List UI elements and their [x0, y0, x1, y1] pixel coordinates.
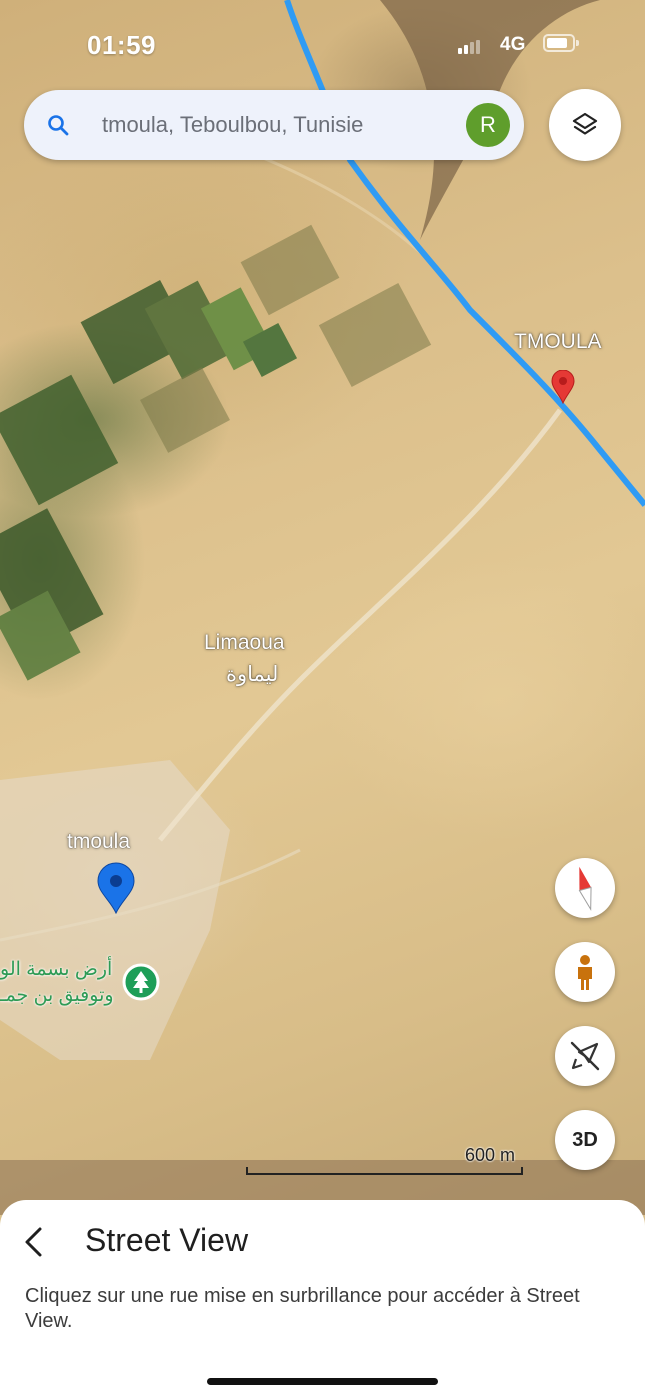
- map-terrain: [0, 0, 645, 1215]
- status-time: 01:59: [87, 30, 156, 60]
- battery-icon: [543, 34, 579, 52]
- map-label-tmoula-upper[interactable]: TMOULA: [514, 330, 602, 354]
- status-bar: 01:59 4G: [0, 28, 645, 62]
- panel-title: Street View: [85, 1222, 249, 1258]
- scale-bar: [246, 1167, 523, 1175]
- navigation-disabled-button[interactable]: [555, 1026, 615, 1086]
- poi-label-line2[interactable]: وتوفيق بن جمـ: [0, 984, 114, 1007]
- panel-description: Cliquez sur une rue mise en surbrillance…: [25, 1285, 580, 1332]
- red-location-pin-icon[interactable]: [551, 370, 575, 404]
- compass-button[interactable]: [555, 858, 615, 918]
- home-indicator[interactable]: [207, 1378, 438, 1385]
- satellite-map[interactable]: TMOULA Limaoua ليماوة tmoula أرض بسمة ال…: [0, 0, 645, 1215]
- map-label-limaoua[interactable]: Limaoua: [204, 631, 285, 655]
- scale-label: 600 m: [464, 1145, 515, 1165]
- navigation-off-icon: [570, 1041, 600, 1071]
- network-type: 4G: [500, 34, 526, 55]
- signal-strength-icon: [458, 40, 480, 54]
- layers-icon: [572, 112, 598, 135]
- account-avatar[interactable]: R: [466, 103, 510, 147]
- compass-icon: [578, 866, 592, 912]
- search-icon[interactable]: [46, 113, 70, 137]
- search-bar[interactable]: tmoula, Teboulbou, Tunisie R: [24, 90, 524, 160]
- poi-label-line1[interactable]: أرض بسمة الو: [0, 958, 112, 981]
- map-label-tmoula-lower[interactable]: tmoula: [67, 830, 130, 854]
- layers-button[interactable]: [549, 89, 621, 161]
- search-query-text[interactable]: tmoula, Teboulbou, Tunisie: [102, 112, 363, 138]
- street-view-panel: Street View Cliquez sur une rue mise en …: [0, 1200, 645, 1398]
- map-label-limaoua-arabic[interactable]: ليماوة: [226, 662, 278, 687]
- park-poi-icon[interactable]: [122, 963, 160, 1001]
- 3d-toggle-button[interactable]: 3D: [555, 1110, 615, 1170]
- street-view-pegman-button[interactable]: [555, 942, 615, 1002]
- map-scale: 600 m: [246, 1145, 523, 1175]
- pegman-icon: [578, 955, 592, 990]
- blue-location-pin-icon[interactable]: [96, 862, 136, 914]
- back-arrow-icon[interactable]: [22, 1225, 46, 1259]
